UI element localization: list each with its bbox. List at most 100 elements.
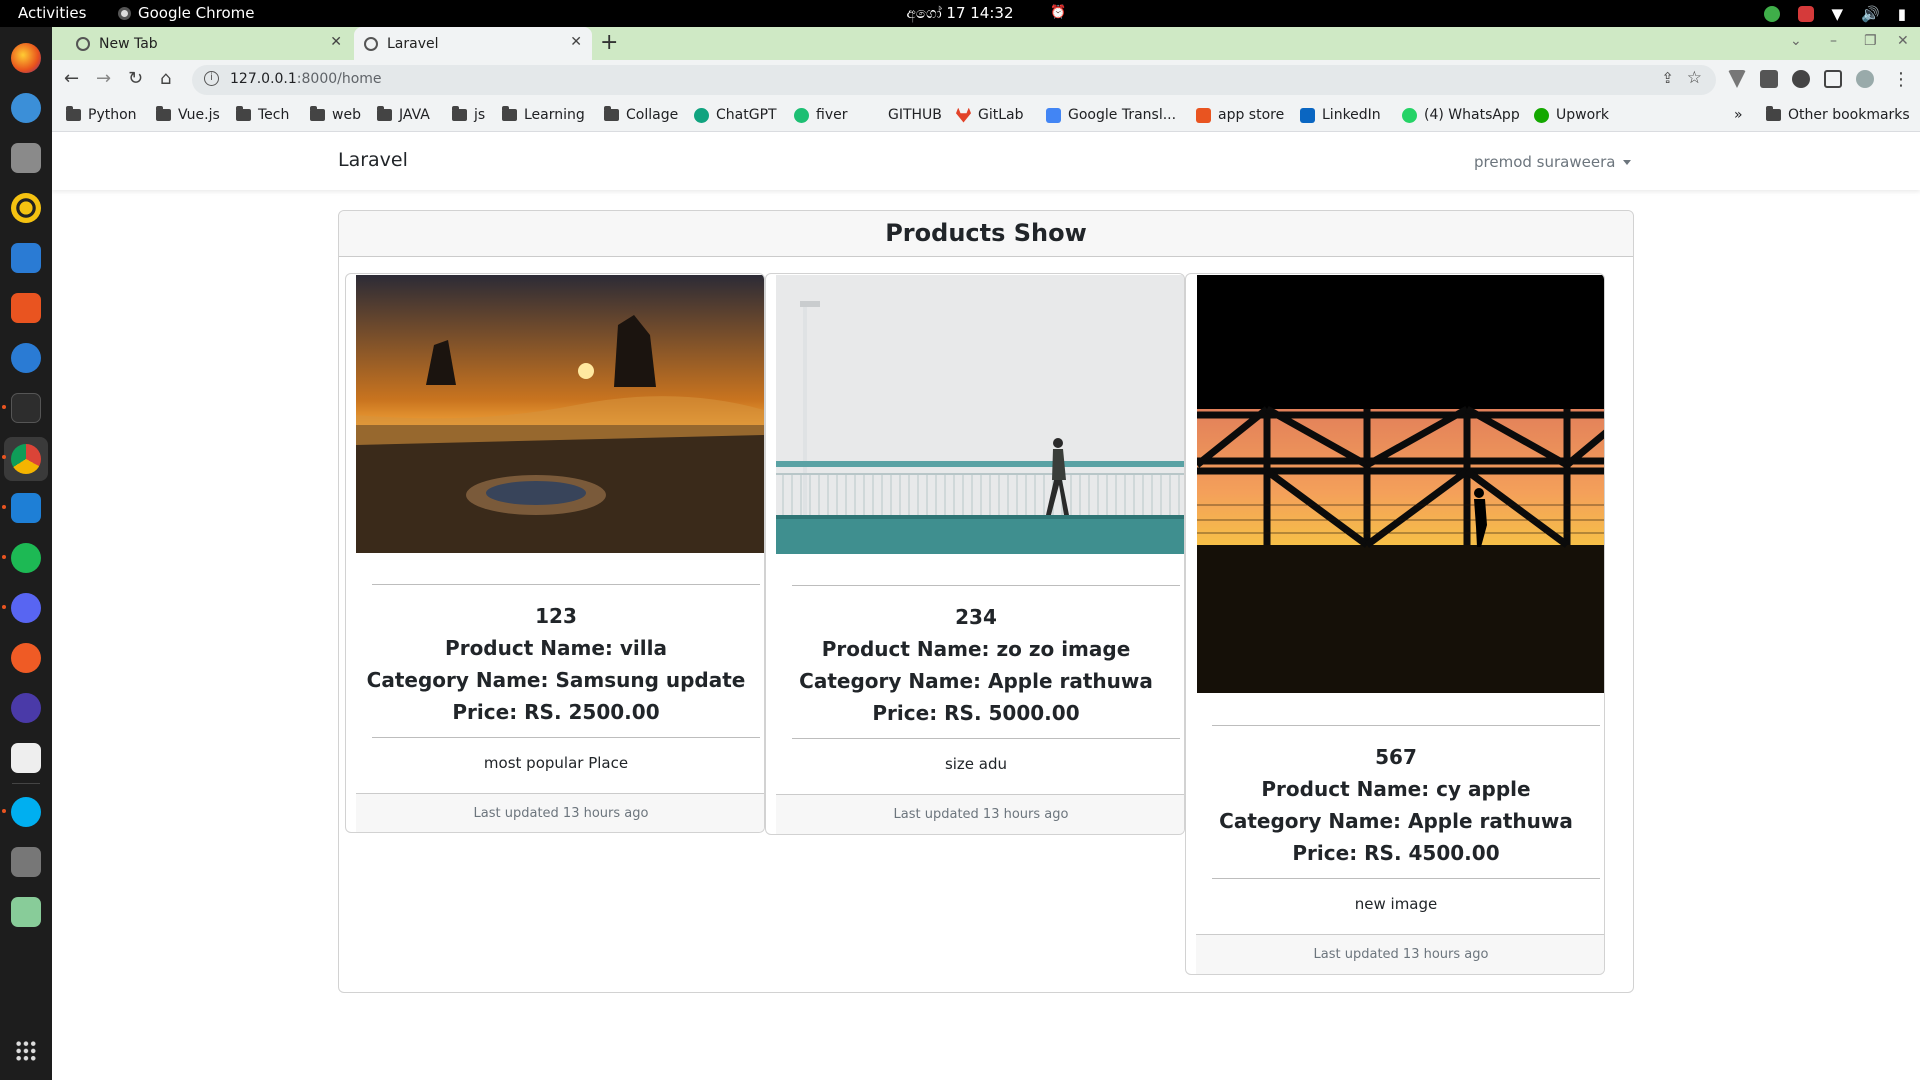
- tab-new-tab[interactable]: New Tab ✕: [66, 27, 352, 60]
- drive-icon[interactable]: [11, 847, 41, 877]
- category-name: Category Name: Apple rathuwa: [799, 669, 1153, 693]
- bookmark-google-translate[interactable]: Google Transl...: [1046, 107, 1176, 123]
- system-tray[interactable]: ▼ 🔊 ▮: [1763, 5, 1906, 23]
- bookmark-star-icon[interactable]: ☆: [1687, 68, 1702, 88]
- discord-icon[interactable]: [11, 593, 41, 623]
- railing-post: [818, 475, 820, 515]
- bookmark-learning[interactable]: Learning: [502, 106, 585, 123]
- folder-icon: [236, 106, 251, 121]
- vuejs-devtools-icon[interactable]: [1728, 70, 1746, 88]
- railing-post: [1169, 475, 1171, 515]
- battery-icon: ▮: [1897, 5, 1906, 23]
- minimize-icon[interactable]: –: [1830, 33, 1837, 49]
- railing-post: [989, 475, 991, 515]
- share-icon[interactable]: ⇪: [1661, 69, 1674, 87]
- bookmarks-overflow-button[interactable]: »: [1734, 107, 1743, 123]
- files-icon[interactable]: [11, 143, 41, 173]
- extension-v-icon[interactable]: [1760, 70, 1778, 88]
- railing-post: [800, 475, 802, 515]
- bookmark-java[interactable]: JAVA: [377, 106, 430, 123]
- app-name: Google Chrome: [138, 4, 255, 22]
- railing-post: [809, 475, 811, 515]
- tab-search-icon[interactable]: ⌄: [1790, 33, 1802, 49]
- railing-post: [1151, 475, 1153, 515]
- bookmark-web[interactable]: web: [310, 106, 361, 123]
- back-icon[interactable]: ←: [64, 68, 79, 89]
- help-icon[interactable]: [11, 343, 41, 373]
- user-dropdown[interactable]: premod suraweera: [1474, 153, 1632, 171]
- other-bookmarks[interactable]: Other bookmarks: [1766, 106, 1910, 123]
- railing-post: [953, 475, 955, 515]
- close-window-icon[interactable]: ✕: [1897, 33, 1909, 49]
- activities-button[interactable]: Activities: [18, 4, 86, 22]
- home-icon[interactable]: ⌂: [160, 68, 171, 89]
- bookmark-tech[interactable]: Tech: [236, 106, 289, 123]
- bookmark-fiver[interactable]: fiver: [794, 107, 847, 123]
- app-menu[interactable]: Google Chrome: [118, 4, 255, 22]
- bookmark-linkedin[interactable]: LinkedIn: [1300, 107, 1381, 123]
- railing-post: [1106, 475, 1108, 515]
- bookmark-vuejs[interactable]: Vue.js: [156, 106, 220, 123]
- railing-post: [881, 475, 883, 515]
- address-bar[interactable]: i 127.0.0.1:8000/home ⇪ ☆: [192, 65, 1716, 95]
- url-text[interactable]: 127.0.0.1:8000/home: [230, 71, 382, 87]
- running-indicator: [2, 405, 6, 409]
- reload-icon[interactable]: ↻: [128, 68, 143, 89]
- bookmark-upwork[interactable]: Upwork: [1534, 107, 1609, 123]
- spotify-icon[interactable]: [11, 543, 41, 573]
- tab-laravel[interactable]: Laravel ✕: [354, 27, 592, 60]
- info-icon[interactable]: i: [204, 71, 219, 86]
- bookmark-python[interactable]: Python: [66, 106, 137, 123]
- bookmark-github[interactable]: GITHUB: [888, 107, 942, 123]
- bookmark-collage[interactable]: Collage: [604, 106, 678, 123]
- firefox-icon[interactable]: [11, 43, 41, 73]
- show-apps-icon[interactable]: [15, 1040, 37, 1062]
- clock[interactable]: අගෝ 17 14:32: [0, 4, 1920, 22]
- puzzle-extensions-icon[interactable]: [1792, 70, 1810, 88]
- railing-post: [1115, 475, 1117, 515]
- maximize-icon[interactable]: ❐: [1864, 33, 1877, 49]
- trash-icon[interactable]: [11, 897, 41, 927]
- railing-post: [1043, 475, 1045, 515]
- app-center-icon[interactable]: [11, 293, 41, 323]
- product-price: Price: RS. 4500.00: [1292, 841, 1500, 865]
- inkscape-icon[interactable]: [11, 743, 41, 773]
- eclipse-icon[interactable]: [11, 693, 41, 723]
- close-icon[interactable]: ✕: [570, 34, 582, 50]
- folder-icon: [310, 106, 325, 121]
- forward-icon[interactable]: →: [96, 68, 111, 89]
- skype-icon[interactable]: [11, 797, 41, 827]
- bookmark-chatgpt[interactable]: ChatGPT: [694, 107, 777, 123]
- profile-avatar[interactable]: [1856, 70, 1874, 88]
- railing-post: [1160, 475, 1162, 515]
- site-navbar: Laravel premod suraweera: [52, 133, 1920, 190]
- side-panel-icon[interactable]: [1824, 70, 1842, 88]
- bookmark-gitlab[interactable]: GitLab: [956, 107, 1024, 123]
- bookmark-js[interactable]: js: [452, 106, 485, 123]
- running-indicator: [2, 455, 6, 459]
- card-footer: Last updated 13 hours ago: [1196, 934, 1604, 974]
- running-indicator: [2, 555, 6, 559]
- railing-post: [1088, 475, 1090, 515]
- page-title: Products Show: [885, 219, 1087, 247]
- postman-icon[interactable]: [11, 643, 41, 673]
- new-tab-button[interactable]: +: [600, 30, 618, 55]
- folder-icon: [452, 106, 467, 121]
- railing-post: [782, 475, 784, 515]
- site-brand[interactable]: Laravel: [338, 149, 408, 171]
- terminal-icon[interactable]: [11, 393, 41, 423]
- bookmark-whatsapp[interactable]: (4) WhatsApp: [1402, 107, 1520, 123]
- product-name: Product Name: cy apple: [1261, 777, 1531, 801]
- writer-icon[interactable]: [11, 243, 41, 273]
- railing-post: [917, 475, 919, 515]
- chrome-dock-icon[interactable]: [11, 444, 41, 474]
- chatgpt-icon: [694, 107, 709, 123]
- thunderbird-icon[interactable]: [11, 93, 41, 123]
- divider: [1212, 878, 1600, 879]
- google-translate-icon: [1046, 107, 1061, 123]
- bookmark-app-store[interactable]: app store: [1196, 107, 1284, 123]
- close-icon[interactable]: ✕: [330, 34, 342, 50]
- kebab-menu-icon[interactable]: ⋮: [1892, 69, 1910, 90]
- vscode-icon[interactable]: [11, 493, 41, 523]
- rhythmbox-icon[interactable]: [11, 193, 41, 223]
